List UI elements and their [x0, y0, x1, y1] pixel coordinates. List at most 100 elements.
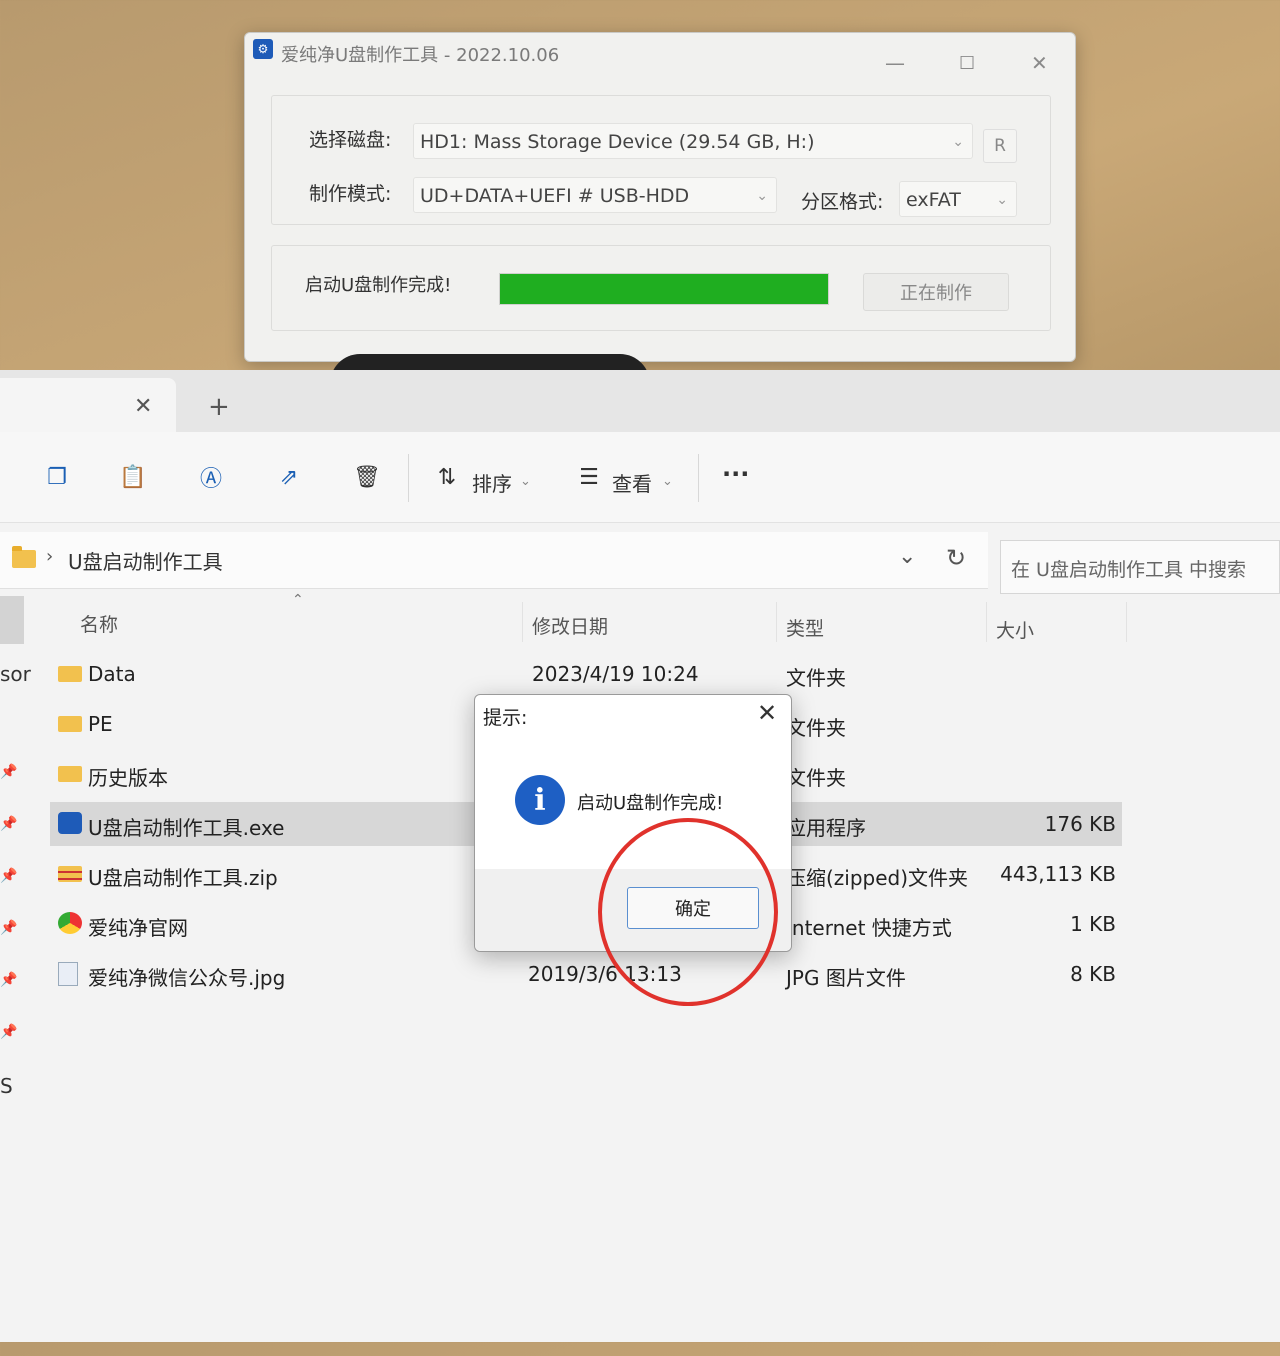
address-dropdown-icon[interactable]: ⌄ [898, 544, 916, 569]
column-divider[interactable] [1126, 602, 1127, 642]
pin-icon: 📌 [0, 1024, 18, 1040]
usb-tool-window: ⚙ 爱纯净U盘制作工具 - 2022.10.06 — ☐ ✕ 选择磁盘: HD1… [244, 32, 1076, 362]
file-size: 176 KB [1044, 812, 1116, 836]
window-title: 爱纯净U盘制作工具 - 2022.10.06 [281, 45, 560, 66]
mode-label: 制作模式: [309, 183, 392, 205]
refresh-icon[interactable]: ↻ [946, 544, 966, 572]
status-text: 启动U盘制作完成! [305, 275, 452, 296]
column-divider[interactable] [776, 602, 777, 642]
file-date: 2019/3/6 13:13 [528, 962, 682, 986]
copy-icon[interactable]: ❐ [42, 462, 72, 492]
mode-select-value: UD+DATA+UEFI # USB-HDD [420, 185, 690, 207]
ok-button[interactable]: 确定 [627, 887, 759, 929]
column-divider[interactable] [986, 602, 987, 642]
disk-label: 选择磁盘: [309, 129, 392, 151]
sort-button[interactable]: 排序 [472, 468, 512, 497]
column-header-type[interactable]: 类型 [786, 614, 824, 641]
file-type: 文件夹 [786, 716, 846, 740]
folder-icon [58, 766, 82, 782]
make-button[interactable]: 正在制作 [863, 273, 1009, 311]
nav-item-text[interactable]: S [0, 1074, 13, 1098]
command-bar: ❐ 📋 Ⓐ ⇗ 🗑 ⇅ 排序 ⌄ ☰ 查看 ⌄ ··· [0, 432, 1280, 523]
file-name: 历史版本 [88, 766, 168, 790]
toolbar-divider [408, 454, 409, 502]
refresh-button[interactable]: R [983, 129, 1017, 163]
file-name: 爱纯净微信公众号.jpg [88, 966, 286, 990]
column-header-name[interactable]: 名称 [80, 610, 118, 637]
tab-bar: ✕ + [0, 370, 1280, 432]
info-icon: i [515, 775, 565, 825]
pin-icon: 📌 [0, 816, 18, 832]
file-size: 1 KB [1070, 912, 1116, 936]
column-header-size[interactable]: 大小 [996, 616, 1034, 643]
new-tab-button[interactable]: + [208, 392, 230, 422]
disk-select[interactable]: HD1: Mass Storage Device (29.54 GB, H:) … [413, 123, 973, 159]
paste-icon[interactable]: 📋 [118, 462, 148, 492]
nav-selected-item[interactable] [0, 596, 24, 644]
file-type: 文件夹 [786, 666, 846, 690]
file-type: 压缩(zipped)文件夹 [786, 866, 969, 890]
file-type: 应用程序 [786, 816, 866, 840]
view-icon[interactable]: ☰ [574, 462, 604, 492]
tab-close-icon[interactable]: ✕ [134, 394, 152, 419]
pin-icon: 📌 [0, 868, 18, 884]
maximize-icon[interactable]: ☐ [959, 53, 975, 74]
address-bar[interactable]: › U盘启动制作工具 ⌄ ↻ [0, 532, 988, 589]
rename-icon[interactable]: Ⓐ [196, 462, 226, 492]
message-dialog: 提示: ✕ i 启动U盘制作完成! 确定 [474, 694, 792, 952]
navigation-pane: sor 📌 📌 📌 📌 📌 📌 S [0, 596, 31, 1356]
disk-select-value: HD1: Mass Storage Device (29.54 GB, H:) [420, 131, 815, 153]
file-size: 8 KB [1070, 962, 1116, 986]
chevron-down-icon: ⌄ [996, 192, 1008, 208]
partition-select[interactable]: exFAT ⌄ [899, 181, 1017, 217]
progress-bar [499, 273, 829, 305]
mode-select[interactable]: UD+DATA+UEFI # USB-HDD ⌄ [413, 177, 777, 213]
column-header-date[interactable]: 修改日期 [532, 612, 608, 639]
folder-icon [58, 666, 82, 682]
toolbar-divider [698, 454, 699, 502]
view-button[interactable]: 查看 [612, 468, 652, 497]
file-name: Data [88, 662, 136, 686]
chevron-down-icon: ⌄ [756, 188, 768, 204]
folder-icon [12, 546, 36, 568]
partition-select-value: exFAT [906, 189, 961, 211]
pin-icon: 📌 [0, 972, 18, 988]
image-file-icon [58, 962, 78, 986]
chevron-down-icon: ⌄ [662, 474, 673, 489]
folder-icon [58, 716, 82, 732]
chevron-down-icon: ⌄ [520, 474, 531, 489]
nav-item-text[interactable]: sor [0, 662, 31, 686]
file-name: U盘启动制作工具.zip [88, 866, 278, 890]
chevron-down-icon: ⌄ [952, 134, 964, 150]
search-input[interactable]: 在 U盘启动制作工具 中搜索 [1000, 540, 1280, 594]
file-name: 爱纯净官网 [88, 916, 188, 940]
file-row[interactable]: Data 2023/4/19 10:24 文件夹 [50, 652, 1122, 696]
sort-icon[interactable]: ⇅ [432, 462, 462, 492]
app-icon: ⚙ [253, 39, 273, 59]
dialog-close-icon[interactable]: ✕ [757, 699, 777, 727]
share-icon[interactable]: ⇗ [274, 462, 304, 492]
minimize-icon[interactable]: — [885, 51, 905, 75]
file-size: 443,113 KB [1000, 862, 1116, 886]
progress-fill [500, 274, 828, 304]
sort-ascending-icon: ⌃ [292, 592, 304, 608]
breadcrumb-chevron-icon: › [46, 546, 54, 567]
file-date: 2023/4/19 10:24 [532, 662, 699, 686]
file-name: PE [88, 712, 113, 736]
breadcrumb[interactable]: U盘启动制作工具 [68, 546, 223, 575]
file-row[interactable]: 爱纯净微信公众号.jpg 2019/3/6 13:13 JPG 图片文件 8 KB [50, 952, 1122, 996]
pin-icon: 📌 [0, 764, 18, 780]
tab-current[interactable]: ✕ [0, 378, 176, 432]
browser-shortcut-icon [58, 912, 82, 934]
file-type: Internet 快捷方式 [786, 916, 952, 940]
close-icon[interactable]: ✕ [1031, 51, 1048, 75]
delete-icon[interactable]: 🗑 [352, 462, 382, 492]
file-type: JPG 图片文件 [786, 966, 906, 990]
exe-icon [58, 812, 82, 834]
column-divider[interactable] [522, 602, 523, 642]
pin-icon: 📌 [0, 920, 18, 936]
more-options-button[interactable]: ··· [722, 460, 749, 488]
partition-label: 分区格式: [801, 191, 884, 213]
dialog-message: 启动U盘制作完成! [577, 793, 724, 814]
file-name: U盘启动制作工具.exe [88, 816, 285, 840]
